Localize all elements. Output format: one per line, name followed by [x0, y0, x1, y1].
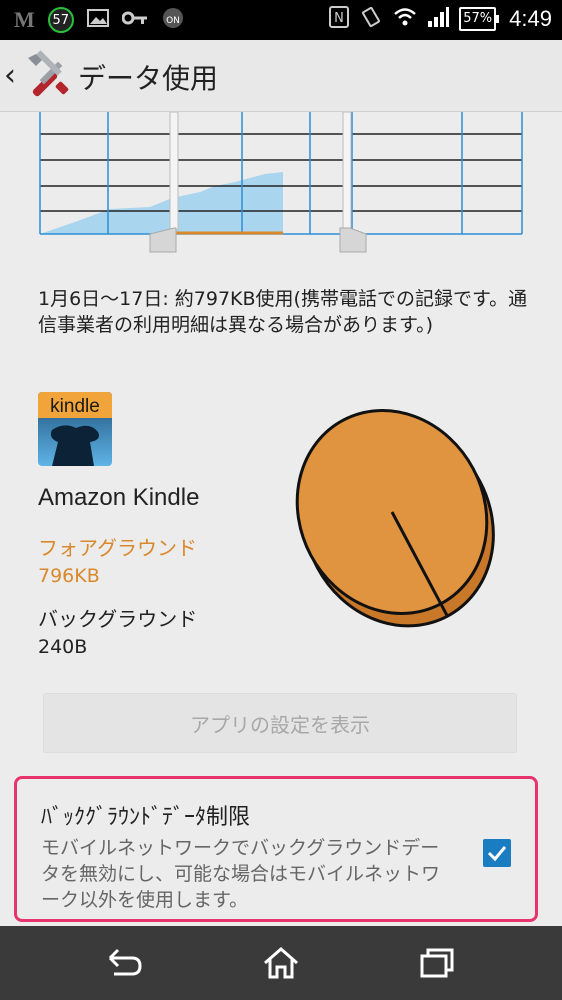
- data-usage-chart: [39, 112, 523, 253]
- battery-indicator: 57%: [459, 7, 500, 31]
- back-arrow-icon: [108, 948, 142, 976]
- key-icon: [121, 10, 148, 30]
- background-value: 240B: [38, 636, 88, 658]
- restrict-background-description: モバイルネットワークでバックグラウンドデータを無効にし、可能な場合はモバイルネッ…: [41, 837, 441, 911]
- action-bar: ‹ データ使用: [0, 40, 562, 112]
- restrict-background-data-option[interactable]: ﾊﾞｯｸｸﾞﾗｳﾝﾄﾞﾃﾞｰﾀ制限 モバイルネットワークでバックグラウンドデータ…: [14, 776, 538, 922]
- vibrate-icon: [359, 6, 383, 32]
- checkmark-icon: [487, 846, 507, 862]
- kindle-app-icon: kindle: [38, 392, 112, 466]
- usage-area: [40, 172, 283, 234]
- page-title: データ使用: [78, 62, 219, 95]
- app-name: Amazon Kindle: [38, 484, 200, 511]
- main-content: 1月6日～17日: 約797KB使用(携帯電話での記録です。通信事業者の利用明細…: [0, 112, 562, 926]
- m-app-icon: M: [14, 7, 35, 32]
- foreground-value: 796KB: [38, 565, 100, 587]
- home-nav-button[interactable]: [259, 943, 303, 983]
- usage-pie-chart: [295, 409, 495, 628]
- view-app-settings-button[interactable]: アプリの設定を表示: [43, 693, 517, 753]
- range-end-handle[interactable]: [339, 112, 367, 253]
- signal-icon: [427, 7, 450, 31]
- restrict-background-checkbox[interactable]: [483, 839, 511, 867]
- restrict-background-title: ﾊﾞｯｸｸﾞﾗｳﾝﾄﾞﾃﾞｰﾀ制限: [41, 805, 251, 830]
- navigation-bar: [0, 926, 562, 1000]
- recent-apps-nav-button[interactable]: [414, 943, 458, 983]
- battery-tip: [496, 15, 500, 23]
- stamina-mode-icon: ON: [161, 6, 185, 34]
- clock: 4:49: [509, 6, 552, 31]
- recent-apps-icon: [420, 948, 454, 978]
- background-label: バックグラウンド: [38, 607, 198, 631]
- nfc-icon: N: [329, 6, 350, 32]
- svg-text:kindle: kindle: [50, 396, 100, 417]
- back-nav-button[interactable]: [102, 943, 146, 983]
- image-icon: [86, 8, 109, 32]
- svg-text:ON: ON: [166, 16, 180, 26]
- settings-tools-icon[interactable]: [22, 50, 72, 104]
- home-icon: [264, 947, 298, 979]
- svg-text:N: N: [334, 11, 344, 26]
- usage-summary: 1月6日～17日: 約797KB使用(携帯電話での記録です。通信事業者の利用明細…: [38, 288, 528, 336]
- battery-percent: 57%: [459, 7, 497, 31]
- wifi-icon: [393, 7, 417, 31]
- notification-count-badge: 57: [47, 7, 74, 33]
- foreground-label: フォアグラウンド: [38, 536, 197, 560]
- back-chevron-icon[interactable]: ‹: [4, 58, 16, 93]
- status-bar: M 57 ON N 57% 4:49: [0, 0, 562, 40]
